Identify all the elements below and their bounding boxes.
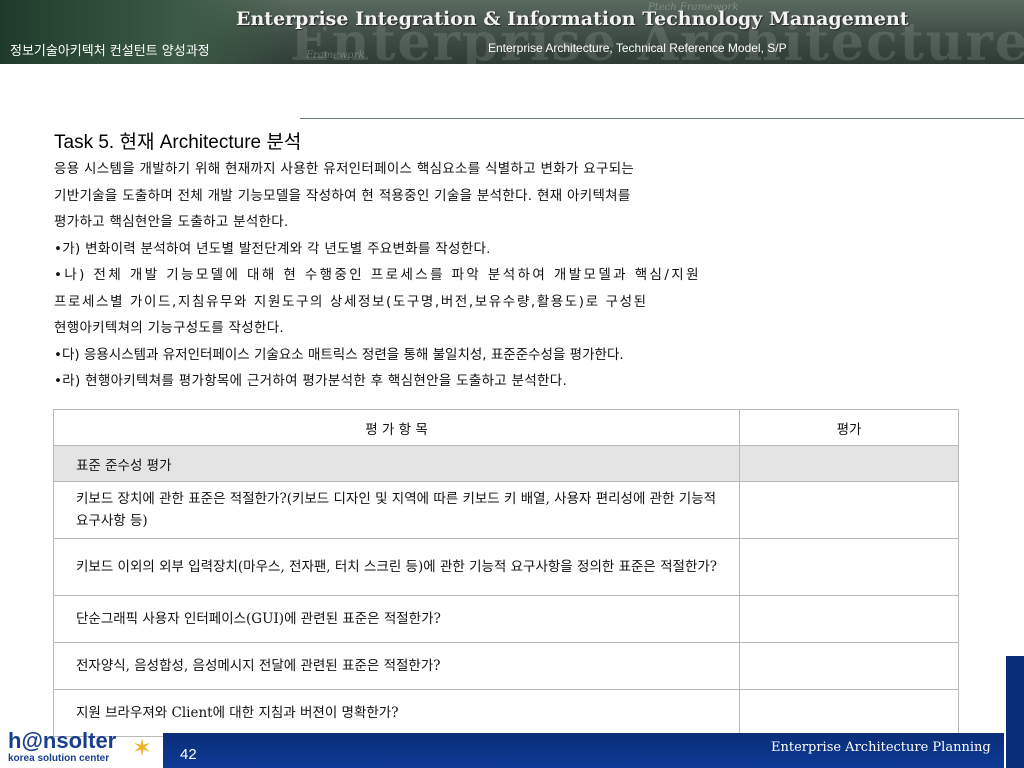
table-row: 지원 브라우져와 Client에 대한 지침과 버젼이 명확한가? (53, 689, 959, 737)
table-group-row: 표준 준수성 평가 (53, 445, 959, 482)
body-line-3: 평가하고 핵심현안을 도출하고 분석한다. (54, 214, 289, 230)
body-line-1: 응용 시스템을 개발하기 위해 현재까지 사용한 유저인터페이스 핵심요소를 식… (54, 161, 635, 177)
header-title: Enterprise Integration & Information Tec… (236, 8, 909, 30)
bullet-da: •다) 응용시스템과 유저인터페이스 기술요소 매트릭스 정련을 통해 불일치성… (54, 346, 624, 363)
table-row: 키보드 이외의 외부 입력장치(마우스, 전자팬, 터치 스크린 등)에 관한 … (53, 538, 959, 596)
header-criteria: 평 가 항 목 (53, 409, 740, 446)
star-icon: ✶ (132, 734, 153, 762)
header-banner: Enterprise Architecture Model Ptech Fram… (0, 0, 1024, 64)
bullet-na-line-2: 프로세스별 가이드,지침유무와 지원도구의 상세정보(도구명,버전,보유수량,활… (54, 293, 648, 310)
table-row: 단순그래픽 사용자 인터페이스(GUI)에 관련된 표준은 적절한가? (53, 595, 959, 643)
criteria-cell: 단순그래픽 사용자 인터페이스(GUI)에 관련된 표준은 적절한가? (53, 595, 740, 643)
table-header-row: 평 가 항 목 평가 (53, 409, 959, 446)
rating-cell (739, 538, 959, 596)
group-label: 표준 준수성 평가 (53, 445, 740, 482)
rating-cell (739, 595, 959, 643)
footer-text: Enterprise Architecture Planning (771, 740, 991, 755)
bullet-ga: •가) 변화이력 분석하여 년도별 발전단계와 각 년도별 주요변화를 작성한다… (54, 240, 491, 257)
criteria-cell: 전자양식, 음성합성, 음성메시지 전달에 관련된 표준은 적절한가? (53, 642, 740, 690)
rating-cell (739, 481, 959, 539)
criteria-cell: 키보드 이외의 외부 입력장치(마우스, 전자팬, 터치 스크린 등)에 관한 … (53, 538, 740, 596)
rating-cell (739, 689, 959, 737)
header-rule (300, 118, 1024, 119)
group-rating-cell (739, 445, 959, 482)
page-number: 42 (180, 746, 197, 763)
task-title: Task 5. 현재 Architecture 분석 (54, 132, 302, 153)
evaluation-table: 평 가 항 목 평가 표준 준수성 평가 키보드 장치에 관한 표준은 적절한가… (53, 409, 959, 737)
logo-subtext: korea solution center (8, 753, 110, 764)
table-row: 전자양식, 음성합성, 음성메시지 전달에 관련된 표준은 적절한가? (53, 642, 959, 690)
header-watermark-small-2: Framework (306, 50, 365, 61)
body-line-2: 기반기술을 도출하며 전체 개발 기능모델을 작성하여 현 적용중인 기술을 분… (54, 187, 631, 204)
header-rating: 평가 (739, 409, 959, 446)
logo-text: h@nsolter (8, 728, 117, 753)
criteria-cell: 키보드 장치에 관한 표준은 적절한가?(키보드 디자인 및 지역에 따른 키보… (53, 481, 740, 539)
bullet-na-line-1: •나) 전체 개발 기능모델에 대해 현 수행중인 프로세스를 파악 분석하여 … (54, 267, 701, 283)
slide-content: Task 5. 현재 Architecture 분석 응용 시스템을 개발하기 … (54, 130, 854, 395)
header-subtitle: Enterprise Architecture, Technical Refer… (488, 41, 787, 55)
bullet-ra: •라) 현행아키텍쳐를 평가항목에 근거하여 평가분석한 후 핵심현안을 도출하… (54, 373, 568, 389)
table-row: 키보드 장치에 관한 표준은 적절한가?(키보드 디자인 및 지역에 따른 키보… (53, 481, 959, 539)
course-name: 정보기술아키텍처 컨설턴트 양성과정 (10, 44, 210, 59)
rating-cell (739, 642, 959, 690)
side-bar (1006, 656, 1024, 768)
bullet-na-line-3: 현행아키텍쳐의 기능구성도를 작성한다. (54, 320, 285, 336)
